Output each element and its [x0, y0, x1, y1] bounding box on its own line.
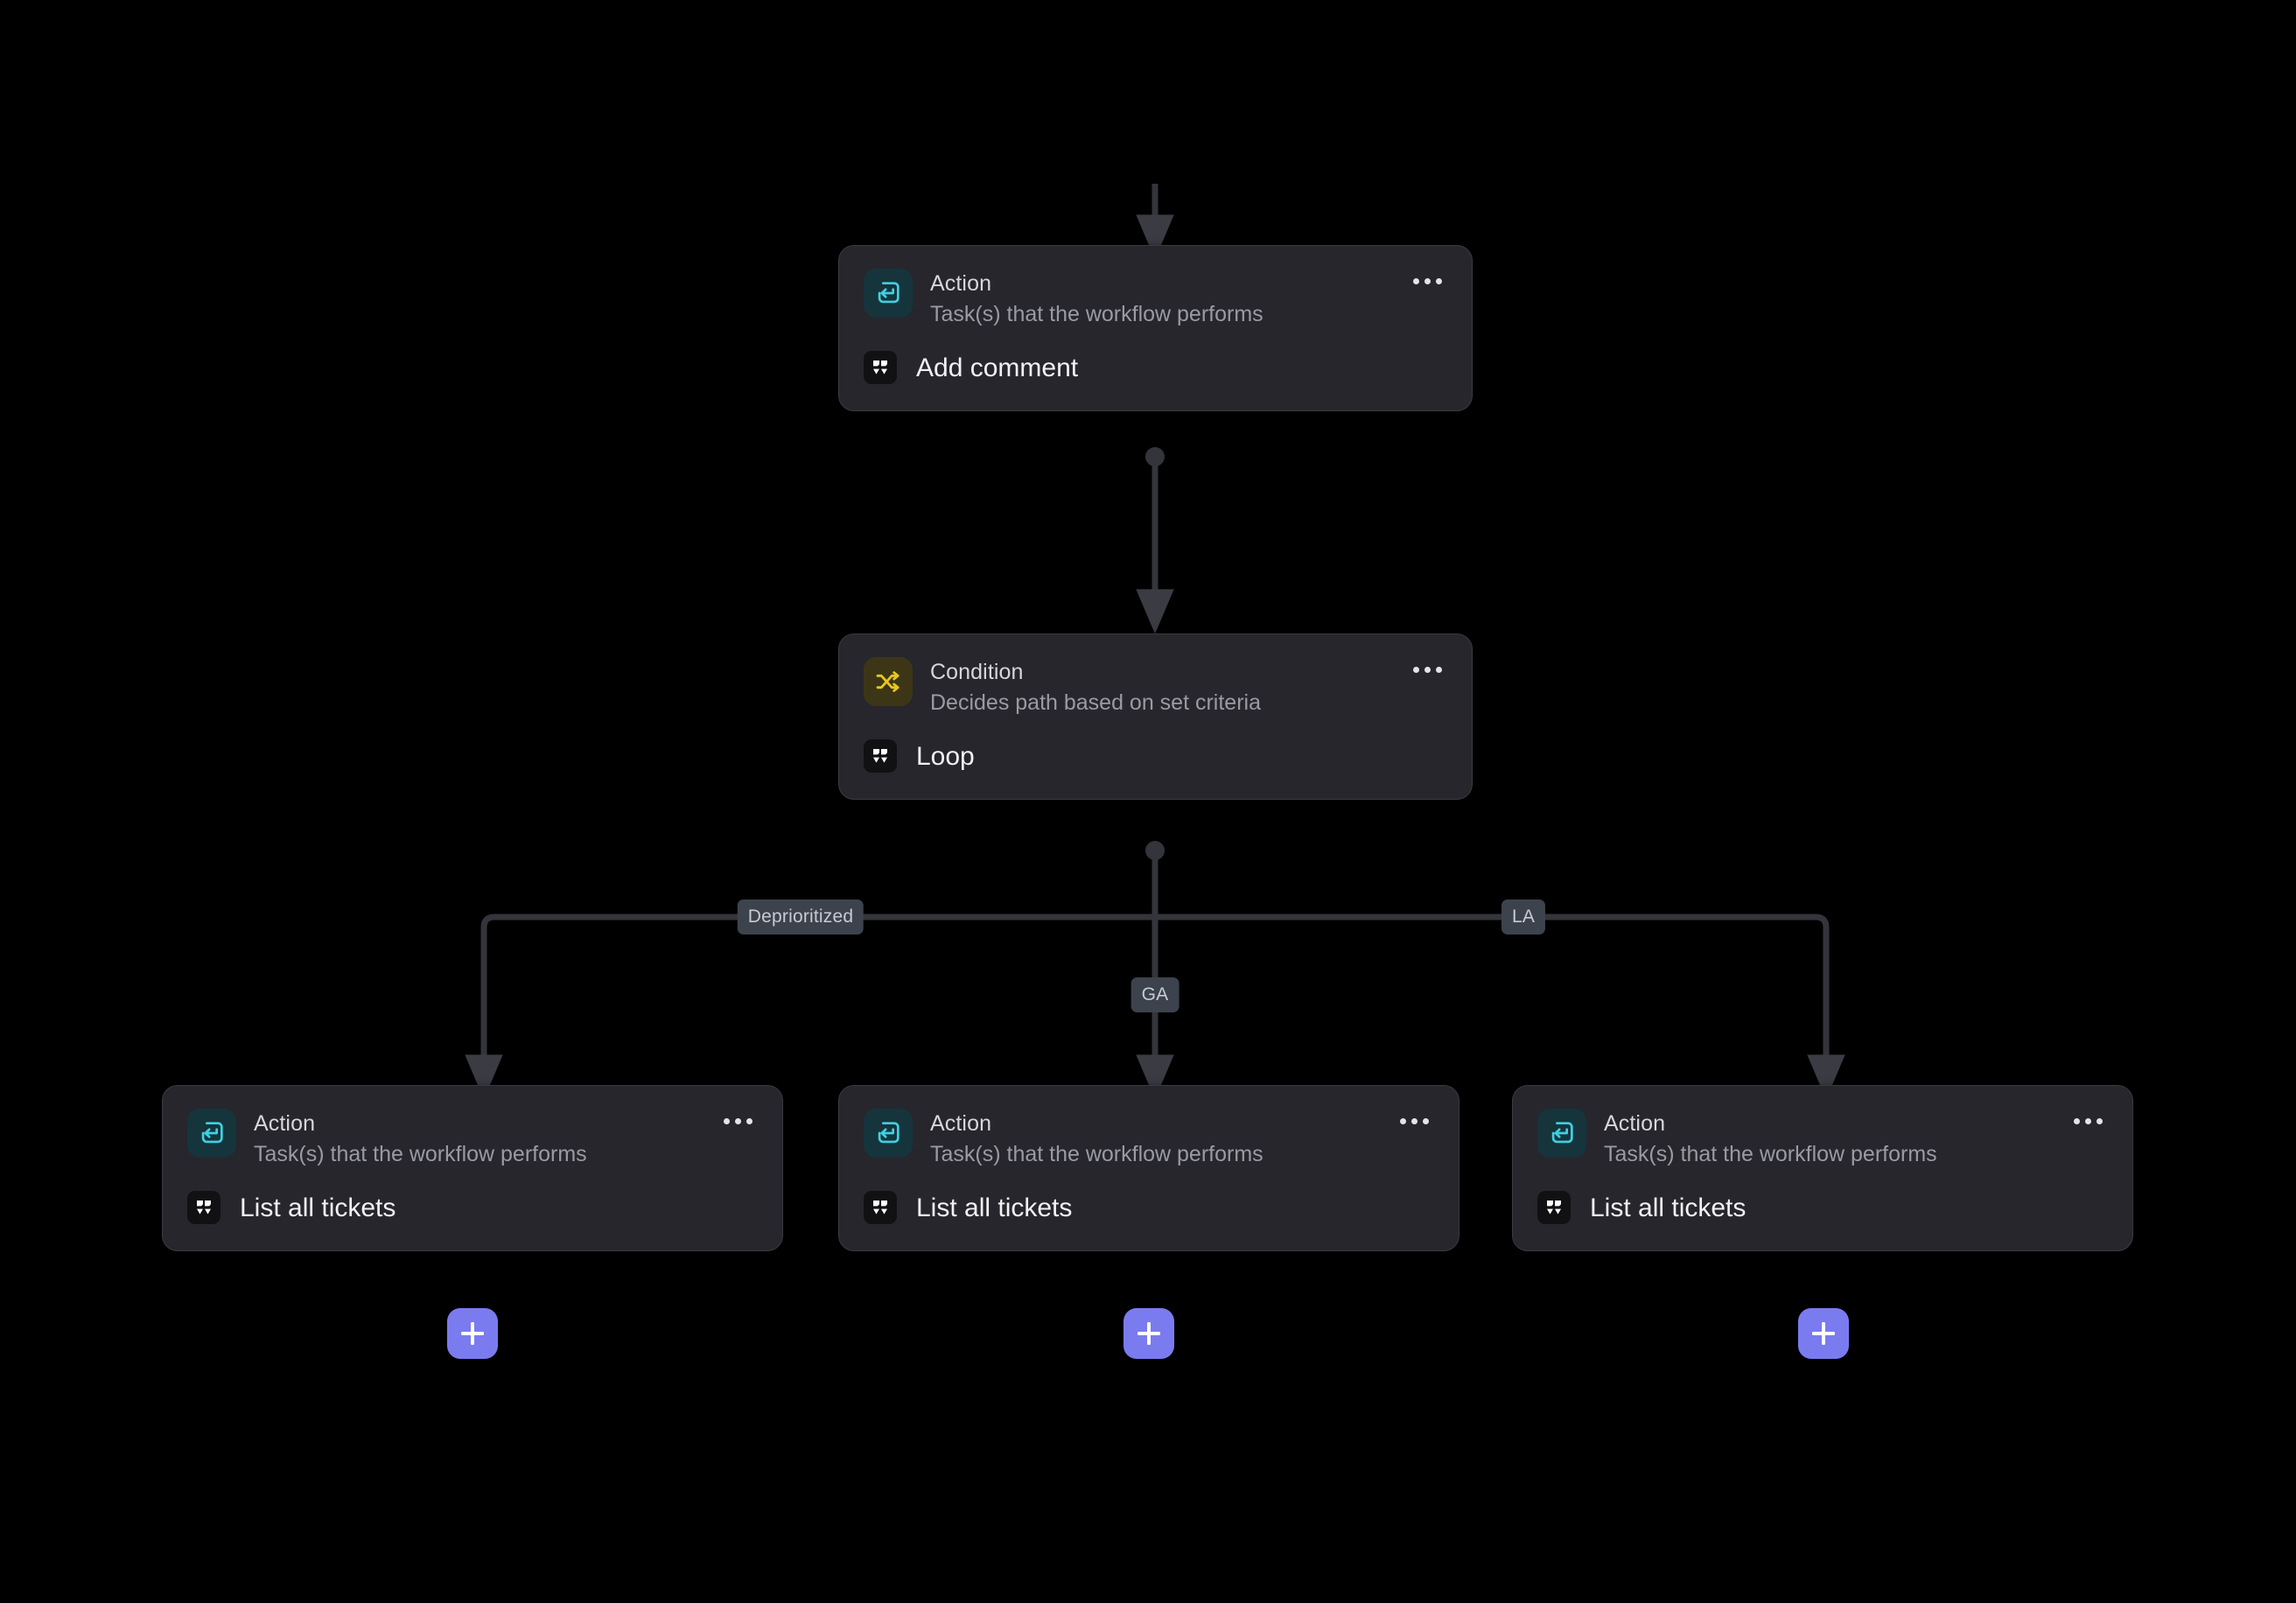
node-task-label: Add comment — [916, 353, 1079, 382]
node-header-text: Condition Decides path based on set crit… — [930, 657, 1261, 717]
action-enter-icon — [864, 269, 913, 318]
add-node-button-center[interactable] — [1124, 1308, 1174, 1359]
more-options-icon[interactable] — [2066, 1103, 2110, 1138]
node-kind-label: Action — [930, 271, 992, 296]
node-kind-label: Condition — [930, 660, 1024, 684]
node-header: Action Task(s) that the workflow perform… — [163, 1086, 782, 1168]
port-dot-action-top-out — [1145, 447, 1165, 466]
workflow-edges — [465, 184, 1845, 1100]
node-action-right[interactable]: Action Task(s) that the workflow perform… — [1512, 1085, 2133, 1251]
node-header: Action Task(s) that the workflow perform… — [1513, 1086, 2132, 1168]
action-enter-icon — [864, 1109, 913, 1158]
node-kind-label: Action — [930, 1111, 992, 1136]
node-description: Task(s) that the workflow performs — [1604, 1141, 1937, 1166]
node-action-left[interactable]: Action Task(s) that the workflow perform… — [162, 1085, 783, 1251]
node-body[interactable]: List all tickets — [1513, 1168, 2132, 1250]
node-header-text: Action Task(s) that the workflow perform… — [930, 269, 1264, 328]
app-logo-icon — [187, 1191, 220, 1224]
plus-icon — [1147, 1322, 1151, 1345]
node-header: Condition Decides path based on set crit… — [839, 634, 1472, 717]
app-logo-icon — [864, 351, 897, 384]
node-action-top[interactable]: Action Task(s) that the workflow perform… — [838, 245, 1473, 411]
node-kind-label: Action — [254, 1111, 316, 1136]
node-description: Task(s) that the workflow performs — [254, 1141, 587, 1166]
action-enter-icon — [187, 1109, 236, 1158]
node-body[interactable]: Loop — [839, 717, 1472, 799]
app-logo-icon — [1537, 1191, 1571, 1224]
add-node-button-right[interactable] — [1798, 1308, 1849, 1359]
node-description: Decides path based on set criteria — [930, 690, 1261, 715]
branch-label-ga[interactable]: GA — [1130, 977, 1180, 1012]
more-options-icon[interactable] — [1405, 652, 1449, 687]
node-action-center[interactable]: Action Task(s) that the workflow perform… — [838, 1085, 1460, 1251]
more-options-icon[interactable] — [1392, 1103, 1436, 1138]
node-header-text: Action Task(s) that the workflow perform… — [930, 1109, 1264, 1168]
node-header-text: Action Task(s) that the workflow perform… — [1604, 1109, 1937, 1168]
node-description: Task(s) that the workflow performs — [930, 301, 1264, 326]
plus-icon — [471, 1322, 474, 1345]
node-task-label: List all tickets — [916, 1193, 1073, 1222]
app-logo-icon — [864, 1191, 897, 1224]
node-header-text: Action Task(s) that the workflow perform… — [254, 1109, 587, 1168]
node-kind-label: Action — [1604, 1111, 1666, 1136]
app-logo-icon — [864, 739, 897, 773]
add-node-button-left[interactable] — [447, 1308, 498, 1359]
more-options-icon[interactable] — [1405, 263, 1449, 298]
branch-label-deprioritized[interactable]: Deprioritized — [737, 900, 864, 934]
node-task-label: List all tickets — [1590, 1193, 1746, 1222]
node-header: Action Task(s) that the workflow perform… — [839, 1086, 1459, 1168]
node-description: Task(s) that the workflow performs — [930, 1141, 1264, 1166]
node-task-label: List all tickets — [240, 1193, 396, 1222]
node-body[interactable]: Add comment — [839, 328, 1472, 410]
port-dot-condition-out — [1145, 841, 1165, 860]
more-options-icon[interactable] — [716, 1103, 760, 1138]
shuffle-icon — [864, 657, 913, 706]
action-enter-icon — [1537, 1109, 1586, 1158]
plus-icon — [1822, 1322, 1825, 1345]
node-body[interactable]: List all tickets — [839, 1168, 1459, 1250]
node-header: Action Task(s) that the workflow perform… — [839, 246, 1472, 328]
branch-label-la[interactable]: LA — [1501, 900, 1546, 934]
node-task-label: Loop — [916, 741, 975, 771]
workflow-canvas[interactable]: Action Task(s) that the workflow perform… — [0, 0, 2296, 1603]
node-body[interactable]: List all tickets — [163, 1168, 782, 1250]
node-condition[interactable]: Condition Decides path based on set crit… — [838, 634, 1473, 800]
